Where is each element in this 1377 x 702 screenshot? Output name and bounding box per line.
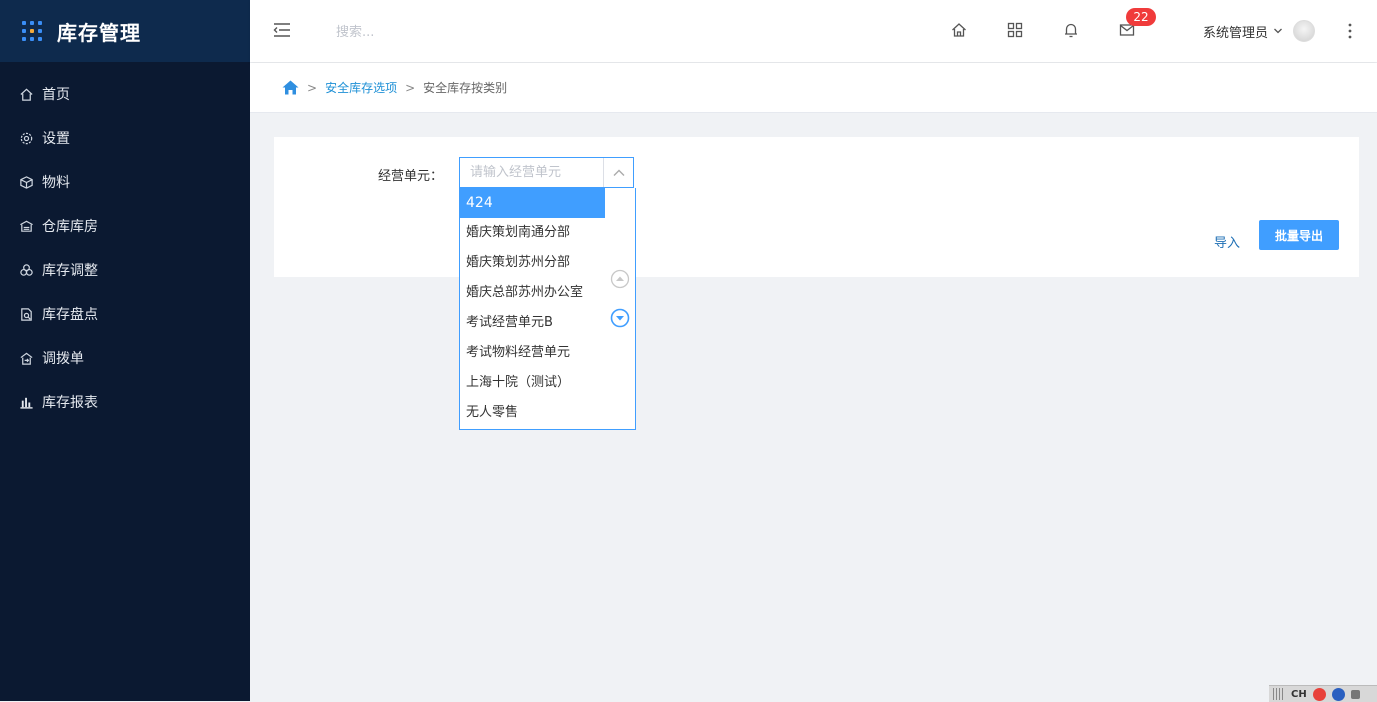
- inventory-check-icon: [18, 306, 34, 322]
- sidebar-item-materials[interactable]: 物料: [0, 160, 250, 204]
- sidebar: 库存管理 首页 设置 物料 仓库库房 库存调整 库存盘点 调拨单 库存报表: [0, 0, 250, 701]
- dropdown-option[interactable]: 考试物料经营单元: [460, 338, 605, 368]
- adjust-icon: [18, 262, 34, 278]
- more-vertical-icon[interactable]: [1345, 22, 1355, 40]
- breadcrumb-separator: >: [405, 80, 416, 95]
- dropdown-option[interactable]: 婚庆策划南通分部: [460, 218, 605, 248]
- avatar[interactable]: [1293, 20, 1316, 42]
- chevron-down-icon: [1274, 28, 1282, 34]
- import-button[interactable]: 导入: [1214, 232, 1240, 251]
- menu-collapse-icon[interactable]: [272, 20, 292, 40]
- home-icon: [18, 86, 34, 102]
- transfer-icon: [18, 350, 34, 366]
- sidebar-item-stock-count[interactable]: 库存盘点: [0, 292, 250, 336]
- home-icon[interactable]: [950, 21, 968, 39]
- scroll-down-icon[interactable]: [610, 308, 630, 328]
- dropdown-option[interactable]: 424: [460, 188, 605, 218]
- app-grid-logo-icon: [22, 21, 42, 41]
- dropdown-option[interactable]: 上海十院（测试）: [460, 368, 605, 398]
- breadcrumb-separator: >: [307, 80, 318, 95]
- sidebar-item-home[interactable]: 首页: [0, 72, 250, 116]
- breadcrumb-bar: > 安全库存选项 > 安全库存按类别: [250, 63, 1377, 113]
- apps-grid-icon[interactable]: [1006, 21, 1024, 39]
- business-unit-dropdown: 424 婚庆策划南通分部 婚庆策划苏州分部 婚庆总部苏州办公室 考试经营单元B …: [459, 188, 636, 430]
- cube-icon: [18, 174, 34, 190]
- business-unit-label: 经营单元：: [378, 169, 444, 184]
- sidebar-item-label: 首页: [42, 87, 70, 103]
- dropdown-option[interactable]: 婚庆总部苏州办公室: [460, 278, 605, 308]
- scroll-up-icon[interactable]: [610, 269, 630, 289]
- breadcrumb: > 安全库存选项 > 安全库存按类别: [282, 79, 507, 96]
- sidebar-menu: 首页 设置 物料 仓库库房 库存调整 库存盘点 调拨单 库存报表: [0, 62, 250, 424]
- dropdown-option[interactable]: 无人零售: [460, 398, 605, 428]
- dropdown-option[interactable]: 考试经营单元B: [460, 308, 605, 338]
- user-name: 系统管理员: [1203, 25, 1269, 41]
- user-menu[interactable]: 系统管理员: [1203, 20, 1316, 42]
- sidebar-item-stock-adjust[interactable]: 库存调整: [0, 248, 250, 292]
- breadcrumb-current: 安全库存按类别: [423, 81, 508, 95]
- sidebar-item-reports[interactable]: 库存报表: [0, 380, 250, 424]
- search-input[interactable]: [334, 18, 538, 46]
- sidebar-item-label: 库存盘点: [42, 307, 98, 323]
- ime-tray: CH: [1269, 685, 1377, 702]
- filter-panel: 经营单元： 导入 批量导出: [274, 137, 1359, 277]
- sidebar-item-transfer[interactable]: 调拨单: [0, 336, 250, 380]
- gear-icon: [18, 130, 34, 146]
- mail-count-badge: 22: [1126, 8, 1156, 26]
- sidebar-item-settings[interactable]: 设置: [0, 116, 250, 160]
- top-header: 22 系统管理员: [250, 0, 1377, 62]
- sidebar-item-label: 库存调整: [42, 263, 98, 279]
- batch-export-button[interactable]: 批量导出: [1259, 220, 1339, 250]
- bar-chart-icon: [18, 394, 34, 410]
- sidebar-item-label: 物料: [42, 175, 70, 191]
- ime-mode-label[interactable]: CH: [1291, 689, 1307, 700]
- app-title: 库存管理: [57, 20, 141, 45]
- sidebar-item-warehouse[interactable]: 仓库库房: [0, 204, 250, 248]
- sidebar-item-label: 仓库库房: [42, 219, 98, 235]
- drag-grip-icon[interactable]: [1273, 688, 1285, 700]
- breadcrumb-link[interactable]: 安全库存选项: [325, 79, 397, 96]
- dropdown-option[interactable]: 婚庆策划苏州分部: [460, 248, 605, 278]
- chevron-up-icon[interactable]: [603, 158, 633, 187]
- bell-icon[interactable]: [1062, 21, 1080, 39]
- settings-icon[interactable]: [1350, 689, 1360, 699]
- help-icon[interactable]: [1331, 687, 1345, 701]
- brand: 库存管理: [0, 0, 250, 62]
- sidebar-item-label: 调拨单: [42, 351, 84, 367]
- sogou-ime-icon[interactable]: [1312, 687, 1326, 701]
- warehouse-icon: [18, 218, 34, 234]
- business-unit-select[interactable]: [459, 157, 634, 188]
- sidebar-item-label: 库存报表: [42, 395, 98, 411]
- home-icon[interactable]: [282, 80, 299, 95]
- sidebar-item-label: 设置: [42, 131, 70, 147]
- business-unit-input[interactable]: [460, 158, 612, 187]
